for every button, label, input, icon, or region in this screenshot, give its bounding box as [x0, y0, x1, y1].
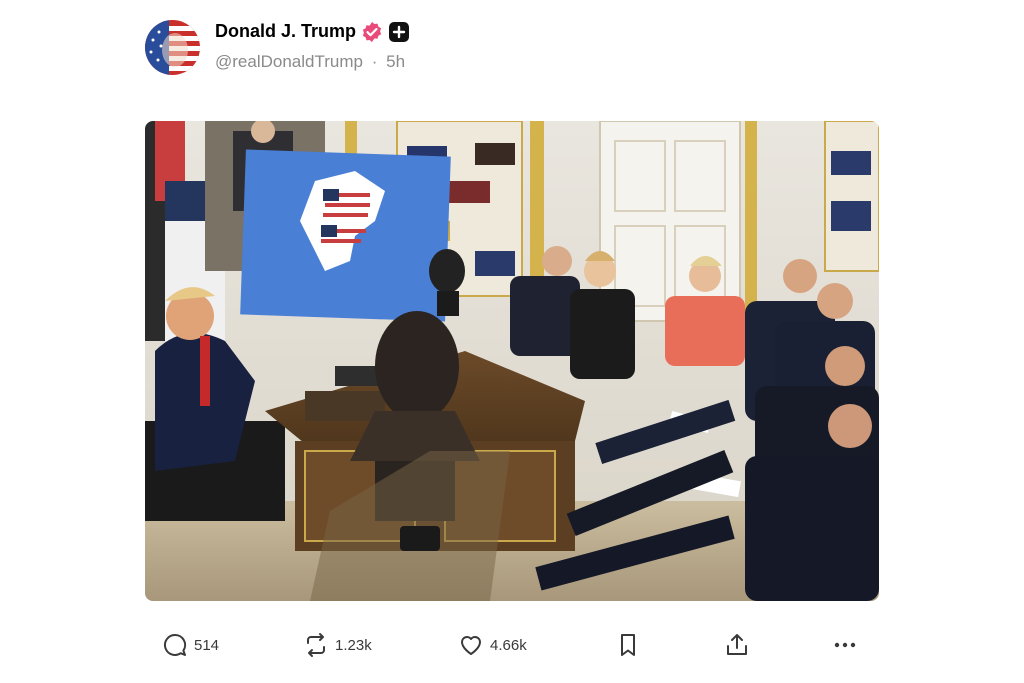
bookmark-icon: [621, 634, 635, 656]
share-button[interactable]: [724, 625, 750, 665]
heart-icon: [461, 636, 481, 655]
reply-button[interactable]: 514: [162, 625, 219, 665]
separator: ·: [371, 52, 378, 71]
verified-badge-icon: [362, 22, 382, 42]
handle[interactable]: @realDonaldTrump: [215, 52, 363, 71]
reply-count: 514: [194, 636, 220, 654]
oval-office-photo: [145, 121, 879, 601]
display-name[interactable]: Donald J. Trump: [215, 21, 356, 42]
more-icon: [834, 642, 856, 648]
post-image[interactable]: [145, 121, 879, 601]
action-bar: 514 1.23k 4.66k: [0, 625, 1024, 665]
like-count: 4.66k: [490, 636, 527, 654]
more-button[interactable]: [832, 625, 858, 665]
repost-button[interactable]: 1.23k: [303, 625, 372, 665]
plus-badge-icon: [389, 22, 409, 42]
bookmark-button[interactable]: [615, 625, 641, 665]
like-button[interactable]: 4.66k: [458, 625, 527, 665]
timestamp[interactable]: 5h: [386, 52, 405, 71]
post-header: Donald J. Trump @realDonaldTrump · 5h: [145, 18, 645, 78]
post-meta: @realDonaldTrump · 5h: [215, 52, 405, 72]
repost-count: 1.23k: [335, 636, 372, 654]
share-icon: [727, 634, 747, 655]
repost-icon: [307, 633, 325, 657]
avatar[interactable]: [145, 20, 200, 75]
reply-icon: [164, 633, 187, 656]
flag-face-avatar-icon: [145, 20, 200, 75]
